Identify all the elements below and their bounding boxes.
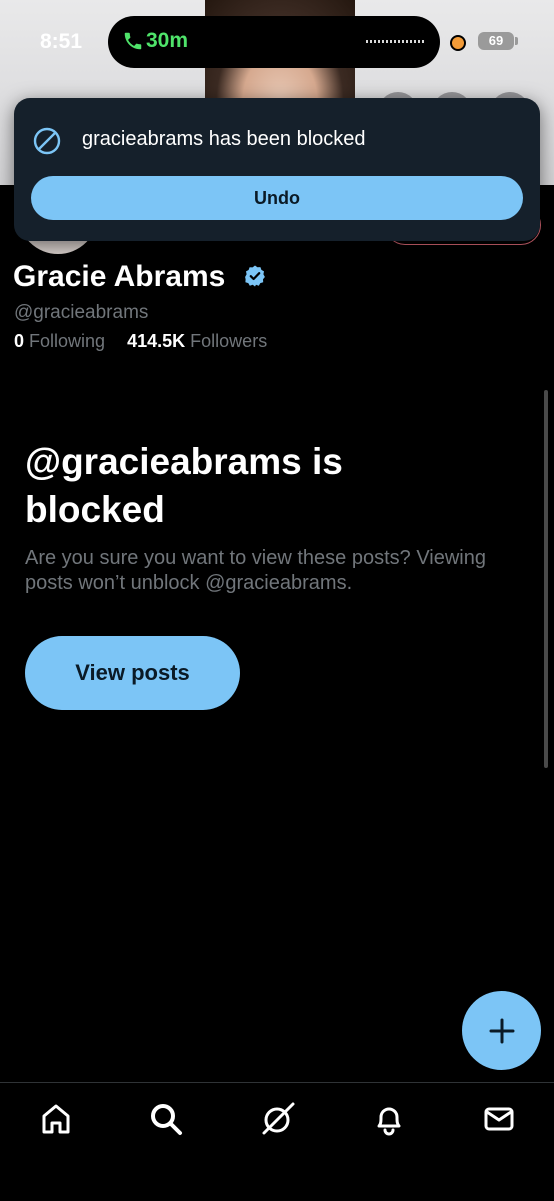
scrollbar[interactable] [544,390,548,768]
following-label: Following [29,331,106,351]
grok-icon [262,1102,295,1135]
block-icon [33,127,61,155]
profile-name: Gracie Abrams [13,260,226,293]
phone-icon [124,32,142,50]
verified-badge-icon [245,265,265,287]
profile-stats: 0 Following 414.5K Followers [14,331,267,352]
followers-label: Followers [190,331,268,351]
battery-tip [515,37,518,45]
followers-link[interactable]: 414.5K Followers [127,331,267,351]
toast-message: gracieabrams has been blocked [82,128,366,150]
home-icon [42,1104,70,1134]
blocked-description: Are you sure you want to view these post… [25,547,486,594]
nav-home[interactable] [38,1101,74,1137]
call-timer: 30m [146,29,189,52]
followers-count: 414.5K [127,331,186,351]
view-posts-button[interactable]: View posts [25,636,240,710]
nav-messages[interactable] [481,1101,517,1137]
nav-grok[interactable] [260,1101,296,1137]
battery-icon: 69 [478,32,514,50]
following-link[interactable]: 0 Following [14,331,105,351]
search-icon [151,1104,182,1135]
undo-button[interactable]: Undo [31,176,523,220]
plus-icon [489,1018,515,1044]
dynamic-island[interactable]: 30m [108,16,440,68]
nav-notifications[interactable] [371,1101,407,1137]
profile-handle: @gracieabrams [14,302,149,323]
microphone-indicator-icon [450,35,466,51]
nav-search[interactable] [148,1101,184,1137]
bottom-nav [0,1082,554,1201]
status-time: 8:51 [40,30,83,53]
bell-icon [377,1107,401,1136]
compose-post-button[interactable] [462,991,541,1070]
waveform-indicator [366,40,424,43]
blocked-toast: gracieabrams has been blocked Undo [14,98,540,241]
mail-icon [484,1107,514,1131]
status-bar: 8:51 30m 69 [0,0,554,84]
following-count: 0 [14,331,25,351]
blocked-title: @gracieabrams is blocked [25,441,343,530]
